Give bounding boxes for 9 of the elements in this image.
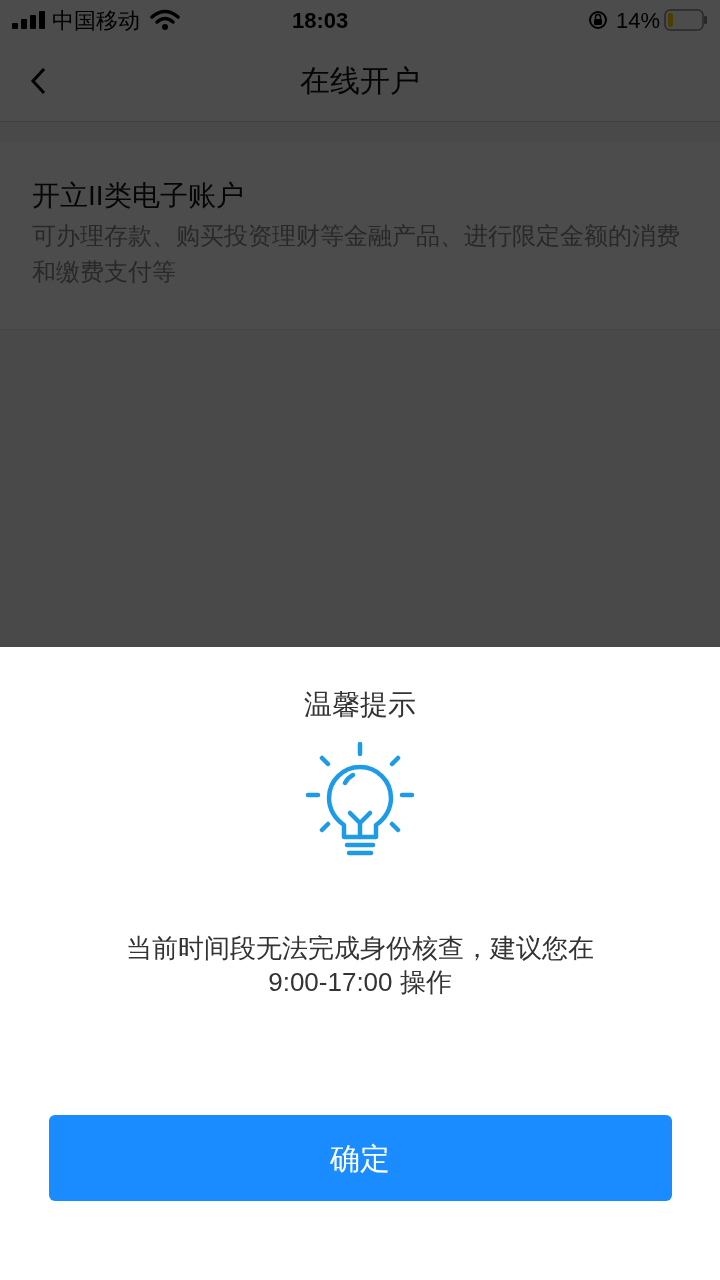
- page-title: 在线开户: [300, 63, 420, 99]
- clock-time: 18:03: [292, 6, 349, 35]
- dialog-title: 温馨提示: [304, 688, 416, 722]
- battery-percentage: 14%: [615, 6, 660, 35]
- carrier-name: 中国移动: [52, 6, 140, 35]
- confirm-button[interactable]: 确定: [48, 1115, 672, 1201]
- dialog-message: 9:00-17:00 操作: [268, 966, 452, 999]
- dialog-message: 当前时间段无法完成身份核查，建议您在: [126, 932, 594, 965]
- account-title: 开立II类电子账户: [32, 179, 245, 213]
